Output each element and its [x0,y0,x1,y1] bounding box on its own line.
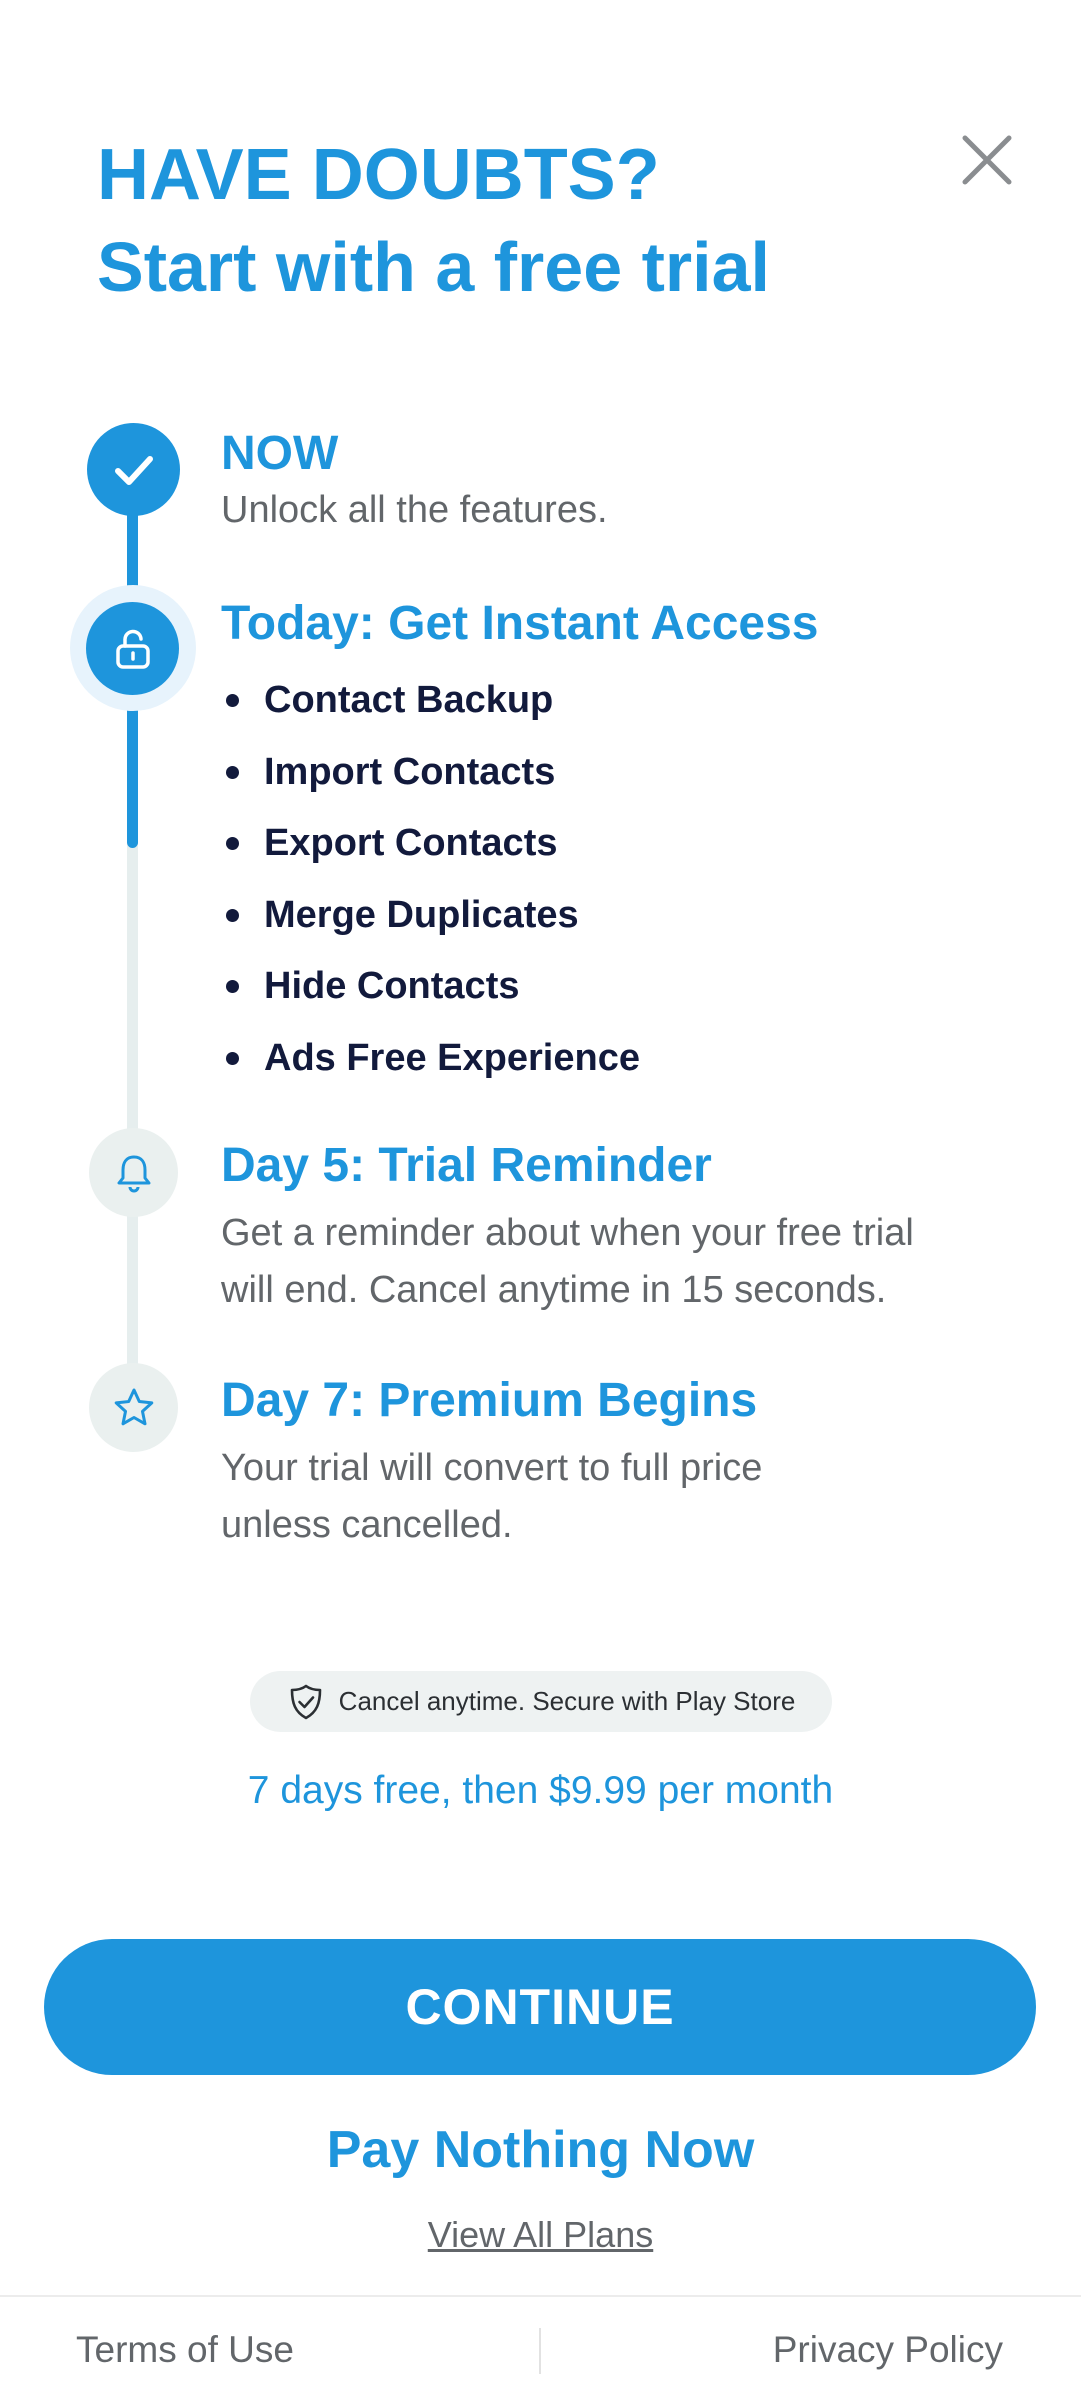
step-reminder-description-line2: will end. Cancel anytime in 15 seconds. [221,1269,887,1311]
view-all-plans-link[interactable]: View All Plans [0,2210,1081,2260]
privacy-policy-link[interactable]: Privacy Policy [773,2322,1003,2378]
close-button[interactable] [955,128,1019,192]
feature-item: Import Contacts [221,737,640,809]
footer-separator [539,2328,541,2374]
star-icon [114,1388,153,1425]
feature-item: Merge Duplicates [221,880,640,952]
continue-button[interactable]: CONTINUE [44,1939,1036,2075]
step-reminder-description-line1: Get a reminder about when your free tria… [221,1212,914,1254]
terms-of-use-link[interactable]: Terms of Use [76,2322,294,2378]
feature-item: Contact Backup [221,665,640,737]
footer-divider [0,2295,1081,2297]
secure-badge: Cancel anytime. Secure with Play Store [250,1671,832,1732]
feature-list: Contact Backup Import Contacts Export Co… [221,665,640,1094]
step-now-node [87,423,180,516]
step-now-title: NOW [221,427,339,480]
feature-item: Ads Free Experience [221,1023,640,1095]
step-access-node [86,602,179,695]
step-premium-node [89,1363,178,1452]
pricing-text: 7 days free, then $9.99 per month [247,1769,834,1812]
pay-nothing-now-link[interactable]: Pay Nothing Now [0,2117,1081,2183]
step-now-description: Unlock all the features. [221,489,608,531]
secure-badge-text: Cancel anytime. Secure with Play Store [338,1686,796,1716]
close-icon [962,135,1012,185]
step-premium-title: Day 7: Premium Begins [221,1374,758,1427]
unlock-icon [115,629,150,669]
step-premium-description-line2: unless cancelled. [221,1504,513,1546]
headline: HAVE DOUBTS? [97,135,660,215]
checkmark-icon [114,455,153,485]
sub-headline: Start with a free trial [97,228,770,306]
step-premium-description-line1: Your trial will convert to full price [221,1447,763,1489]
feature-item: Export Contacts [221,808,640,880]
shield-check-icon [290,1684,321,1719]
bell-icon [117,1155,150,1192]
step-reminder-node [89,1128,178,1217]
step-access-title: Today: Get Instant Access [221,597,819,650]
feature-item: Hide Contacts [221,951,640,1023]
paywall-screen: HAVE DOUBTS? Start with a free trial NOW… [0,0,1081,2400]
step-reminder-title: Day 5: Trial Reminder [221,1139,712,1192]
